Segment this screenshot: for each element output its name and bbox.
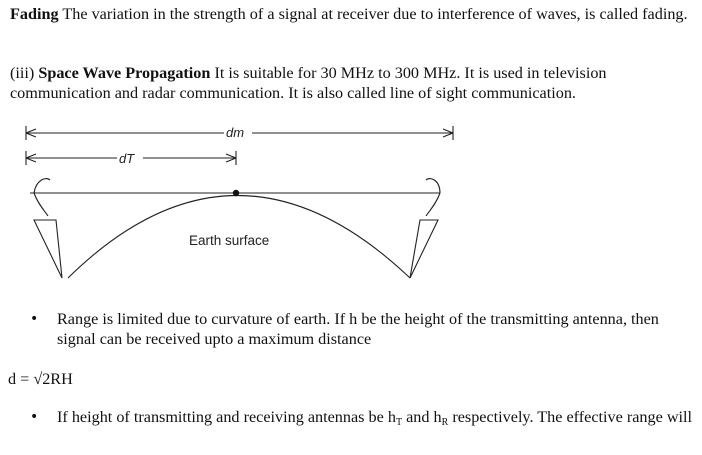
heights-text-start: If height of transmitting and receiving … — [57, 408, 396, 426]
space-wave-term: Space Wave Propagation — [38, 64, 211, 82]
space-wave-prefix: (iii) — [10, 64, 39, 82]
right-antenna — [409, 219, 439, 279]
fading-term: Fading — [10, 5, 59, 23]
bullet-dot: • — [30, 409, 39, 425]
space-wave-diagram: dm dT Earth surface — [25, 125, 454, 279]
bullet-heights-text: If height of transmitting and receiving … — [57, 407, 697, 433]
tangent-point — [232, 189, 240, 197]
bullet-dot: • — [30, 311, 39, 327]
right-antenna-hook — [425, 177, 441, 217]
left-antenna — [33, 219, 63, 279]
heights-text-end: respectively. The effective range will — [448, 408, 693, 426]
dm-label: dm — [226, 125, 244, 140]
left-antenna-hook — [33, 177, 51, 217]
heights-text-mid: and h — [402, 408, 442, 426]
bullet-range-text: Range is limited due to curvature of ear… — [57, 310, 659, 348]
fading-paragraph: Fading The variation in the strength of … — [10, 4, 695, 24]
dt-label: dT — [119, 151, 135, 166]
earth-surface-label: Earth surface — [189, 233, 269, 248]
space-wave-paragraph: (iii) Space Wave Propagation It is suita… — [10, 63, 695, 103]
fading-text: The variation in the strength of a signa… — [62, 5, 688, 23]
range-formula: d = √2RH — [8, 370, 73, 388]
